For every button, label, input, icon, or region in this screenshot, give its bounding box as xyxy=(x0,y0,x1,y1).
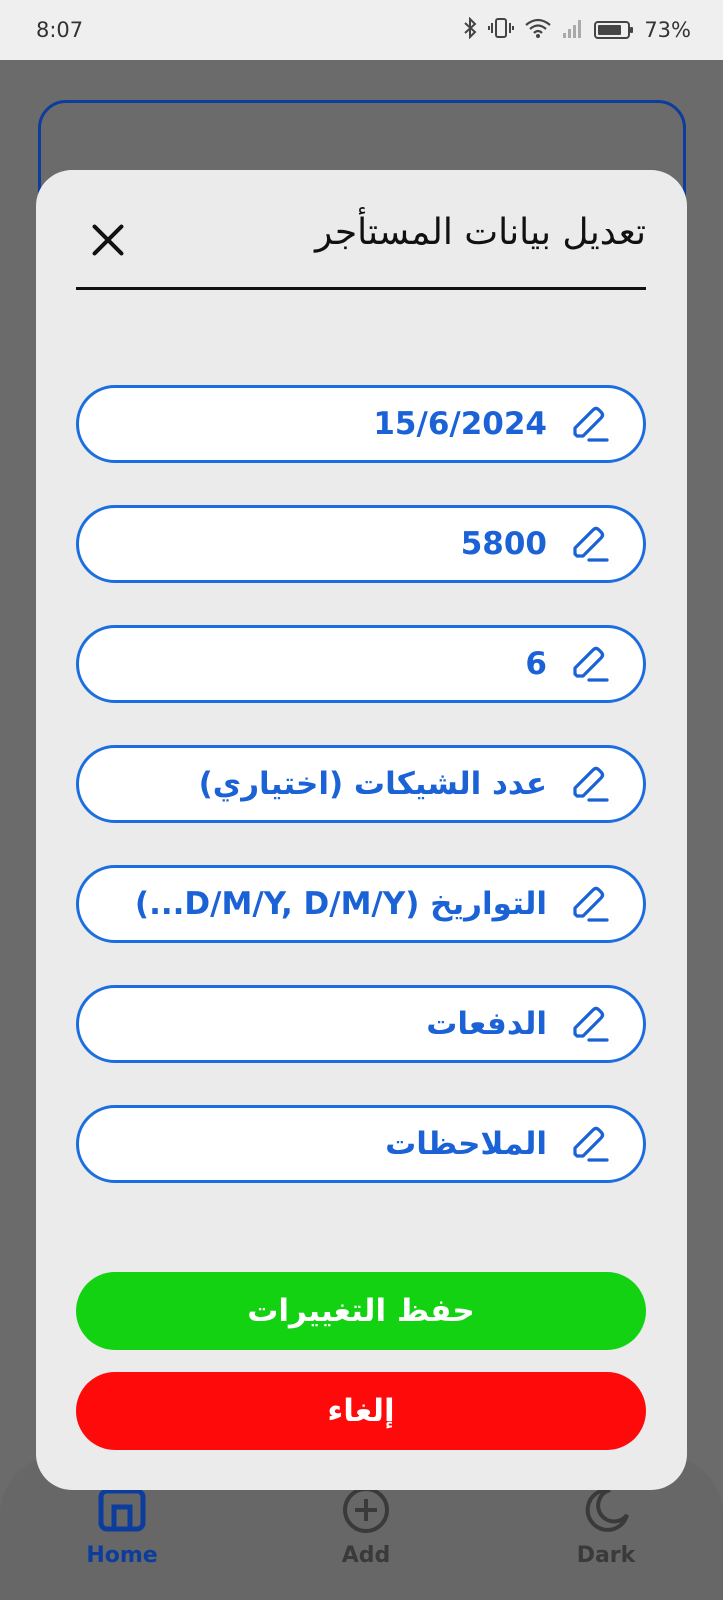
date-field[interactable]: 15/6/2024 xyxy=(76,385,646,463)
pencil-icon xyxy=(573,766,609,802)
nav-home[interactable]: Home xyxy=(52,1485,192,1568)
checks-count-field-value: عدد الشيكات (اختياري) xyxy=(198,766,547,802)
nav-home-label: Home xyxy=(86,1543,158,1568)
pencil-icon xyxy=(573,1006,609,1042)
battery-percent: 73% xyxy=(644,18,691,42)
dates-field[interactable]: التواريخ (D/M/Y, D/M/Y...) xyxy=(76,865,646,943)
pencil-icon xyxy=(573,646,609,682)
home-icon xyxy=(98,1488,146,1532)
notes-field[interactable]: الملاحظات xyxy=(76,1105,646,1183)
save-changes-button[interactable]: حفظ التغييرات xyxy=(76,1272,646,1350)
status-time: 8:07 xyxy=(36,18,84,42)
payments-field[interactable]: الدفعات xyxy=(76,985,646,1063)
pencil-icon xyxy=(573,886,609,922)
nav-add-label: Add xyxy=(341,1543,391,1568)
dates-field-value: التواريخ (D/M/Y, D/M/Y...) xyxy=(134,886,547,922)
vibrate-icon xyxy=(488,17,515,44)
add-circle-icon xyxy=(343,1487,389,1533)
edit-tenant-modal: تعديل بيانات المستأجر 15/6/2024 5800 6 ع… xyxy=(36,170,687,1490)
modal-title: تعديل بيانات المستأجر xyxy=(314,212,646,253)
payments-field-value: الدفعات xyxy=(426,1006,547,1042)
nav-dark-label: Dark xyxy=(576,1543,636,1568)
amount-field[interactable]: 5800 xyxy=(76,505,646,583)
pencil-icon xyxy=(573,526,609,562)
duration-field-value: 6 xyxy=(525,646,547,682)
duration-field[interactable]: 6 xyxy=(76,625,646,703)
checks-count-field[interactable]: عدد الشيكات (اختياري) xyxy=(76,745,646,823)
nav-add[interactable]: Add xyxy=(296,1485,436,1568)
nav-dark[interactable]: Dark xyxy=(536,1485,676,1568)
form-fields: 15/6/2024 5800 6 عدد الشيكات (اختياري) ا… xyxy=(76,385,646,1225)
bluetooth-icon xyxy=(462,16,478,44)
signal-icon xyxy=(562,17,584,44)
pencil-icon xyxy=(573,1126,609,1162)
status-icons: 73% xyxy=(462,16,691,44)
amount-field-value: 5800 xyxy=(460,526,547,562)
pencil-icon xyxy=(573,406,609,442)
status-bar: 8:07 73% xyxy=(0,0,723,60)
close-icon[interactable] xyxy=(84,216,132,264)
battery-icon xyxy=(594,21,634,39)
moon-icon xyxy=(585,1487,629,1532)
date-field-value: 15/6/2024 xyxy=(373,406,547,442)
notes-field-value: الملاحظات xyxy=(385,1126,547,1162)
cancel-button[interactable]: إلغاء xyxy=(76,1372,646,1450)
modal-header: تعديل بيانات المستأجر xyxy=(76,210,646,290)
wifi-icon xyxy=(524,17,552,44)
